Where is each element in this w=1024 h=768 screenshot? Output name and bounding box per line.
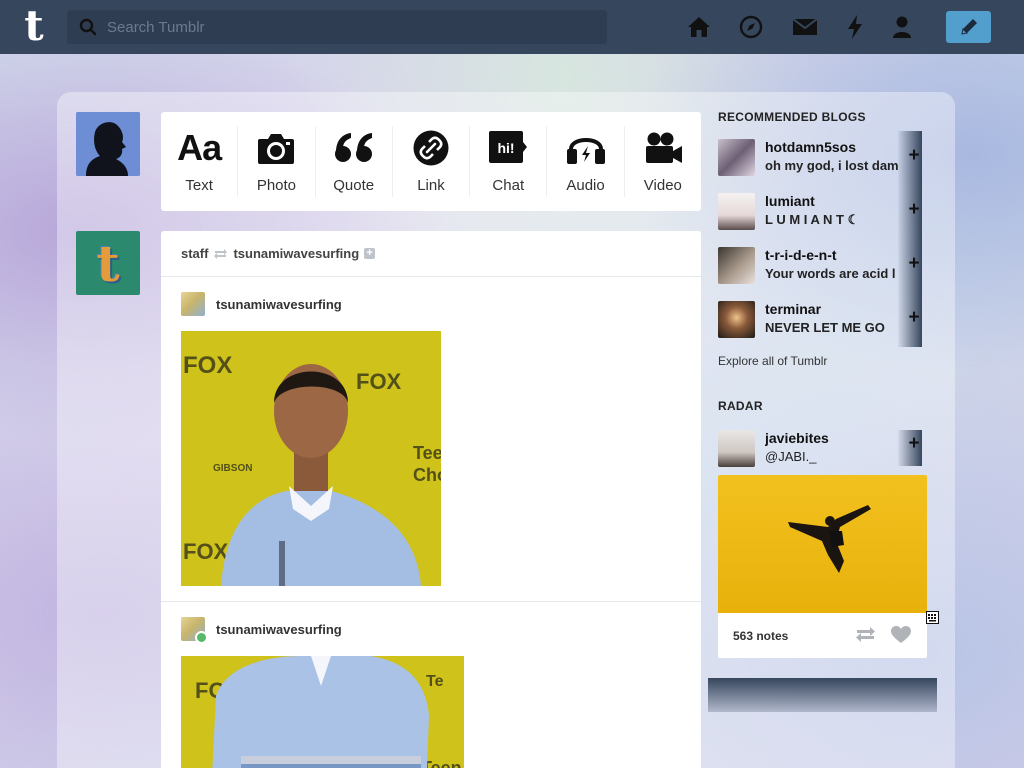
- search-bar[interactable]: [67, 10, 607, 44]
- explore-icon[interactable]: [738, 14, 764, 40]
- blog-name[interactable]: t-r-i-d-e-n-t: [765, 247, 905, 264]
- reblog-icon[interactable]: [855, 626, 876, 643]
- svg-text:Te: Te: [426, 673, 444, 690]
- blog-title: @JABI._: [765, 449, 817, 464]
- inbox-icon[interactable]: [792, 14, 818, 40]
- blog-title: L U M I A N T ☾: [765, 212, 860, 227]
- radar-blog-item[interactable]: javiebites @JABI._ +: [718, 430, 928, 478]
- blog-avatar[interactable]: [718, 247, 755, 284]
- post-type-text-button[interactable]: Aa Text: [161, 126, 239, 197]
- post-photo[interactable]: FOX FOX FOX GIBSON Teen Choic: [181, 331, 441, 586]
- svg-text:FOX: FOX: [183, 352, 232, 379]
- search-icon: [79, 18, 97, 36]
- compose-button[interactable]: [946, 11, 991, 43]
- follow-button[interactable]: +: [906, 253, 922, 275]
- radar-photo[interactable]: [718, 475, 927, 613]
- post-type-chat-button[interactable]: hi! Chat: [470, 126, 548, 197]
- post-type-label: Text: [185, 177, 213, 194]
- post-type-bar: Aa Text Photo Quote Link hi! Chat Audio …: [161, 112, 701, 211]
- post-author-name[interactable]: tsunamiwavesurfing: [216, 297, 342, 312]
- svg-text:Teen: Teen: [413, 443, 441, 463]
- reblog-badge-icon: [195, 631, 208, 644]
- blog-title: NEVER LET ME GO: [765, 320, 885, 335]
- reblog-icon: [214, 248, 228, 259]
- blog-avatar[interactable]: [718, 430, 755, 467]
- post-author-name[interactable]: tsunamiwavesurfing: [216, 622, 342, 637]
- blog-avatar[interactable]: [718, 193, 755, 230]
- reblog-source-link[interactable]: staff: [181, 246, 208, 261]
- svg-text:FOX: FOX: [183, 539, 229, 564]
- chat-icon: hi!: [488, 129, 528, 167]
- recommended-blog-item[interactable]: terminar NEVER LET ME GO +: [718, 293, 928, 349]
- post-photo[interactable]: FO Te Teen: [181, 656, 464, 768]
- blog-name[interactable]: javiebites: [765, 430, 905, 447]
- post-type-label: Chat: [492, 177, 525, 194]
- chat-icon-label: hi!: [498, 140, 515, 156]
- home-icon[interactable]: [686, 14, 712, 40]
- recommended-blog-item[interactable]: lumiant L U M I A N T ☾ +: [718, 185, 928, 241]
- blog-name[interactable]: lumiant: [765, 193, 905, 210]
- heart-icon[interactable]: [891, 626, 911, 644]
- explore-tumblr-link[interactable]: Explore all of Tumblr: [718, 354, 827, 368]
- post-type-label: Quote: [333, 177, 375, 194]
- post-author-avatar[interactable]: [181, 292, 205, 316]
- follow-button[interactable]: +: [906, 307, 922, 329]
- blog-avatar[interactable]: [718, 139, 755, 176]
- radar-post-card: 563 notes: [718, 475, 927, 658]
- blog-name[interactable]: terminar: [765, 301, 905, 318]
- search-input[interactable]: [107, 18, 587, 36]
- top-navigation-bar: t: [0, 0, 1024, 54]
- post-type-label: Video: [643, 177, 682, 194]
- activity-icon[interactable]: [842, 14, 868, 40]
- recommended-blog-item[interactable]: hotdamn5sos oh my god, i lost dam +: [718, 131, 928, 187]
- expand-icon[interactable]: +: [364, 248, 376, 259]
- blog-name[interactable]: hotdamn5sos: [765, 139, 905, 156]
- radar-post-footer: 563 notes: [718, 613, 927, 658]
- staff-avatar[interactable]: t: [76, 231, 140, 295]
- post-type-link-button[interactable]: Link: [393, 126, 471, 197]
- post-author-avatar[interactable]: [181, 617, 208, 644]
- recommended-blog-item[interactable]: t-r-i-d-e-n-t Your words are acid l +: [718, 239, 928, 295]
- quote-icon: [334, 129, 374, 167]
- text-icon: Aa: [177, 127, 222, 168]
- post-header: tsunamiwavesurfing: [161, 602, 701, 656]
- account-icon[interactable]: [889, 14, 915, 40]
- radar-title: RADAR: [718, 399, 763, 413]
- reblog-target-link[interactable]: tsunamiwavesurfing: [233, 246, 359, 261]
- post-type-label: Photo: [256, 177, 297, 194]
- keyboard-shortcut-icon[interactable]: [926, 611, 939, 624]
- tumblr-logo[interactable]: t: [14, 5, 54, 48]
- follow-button[interactable]: +: [906, 433, 922, 455]
- svg-text:FOX: FOX: [356, 369, 402, 394]
- blog-avatar[interactable]: [718, 301, 755, 338]
- svg-text:GIBSON: GIBSON: [213, 463, 252, 474]
- post-type-photo-button[interactable]: Photo: [238, 126, 316, 197]
- blog-title: oh my god, i lost dam: [765, 158, 899, 173]
- pencil-icon: [960, 19, 977, 35]
- post-type-audio-button[interactable]: Audio: [547, 126, 625, 197]
- svg-text:Choic: Choic: [413, 465, 441, 485]
- post-header: tsunamiwavesurfing: [161, 277, 701, 331]
- notes-count[interactable]: 563 notes: [733, 629, 788, 643]
- link-icon: [413, 129, 449, 167]
- dashboard-feed: staff tsunamiwavesurfing + tsunamiwavesu…: [161, 231, 701, 768]
- follow-button[interactable]: +: [906, 199, 922, 221]
- reblog-header: staff tsunamiwavesurfing +: [161, 231, 701, 277]
- headphones-icon: [566, 129, 606, 167]
- recommended-blogs-title: RECOMMENDED BLOGS: [718, 110, 866, 124]
- blog-title: Your words are acid l: [765, 266, 896, 281]
- post-type-label: Audio: [566, 177, 605, 194]
- post-type-quote-button[interactable]: Quote: [316, 126, 393, 197]
- sidebar-fade-strip: [708, 678, 937, 712]
- follow-button[interactable]: +: [906, 145, 922, 167]
- post-type-video-button[interactable]: Video: [625, 126, 701, 197]
- post-type-label: Link: [417, 177, 445, 194]
- video-camera-icon: [643, 129, 683, 167]
- user-avatar[interactable]: [76, 112, 140, 176]
- camera-icon: [257, 129, 295, 167]
